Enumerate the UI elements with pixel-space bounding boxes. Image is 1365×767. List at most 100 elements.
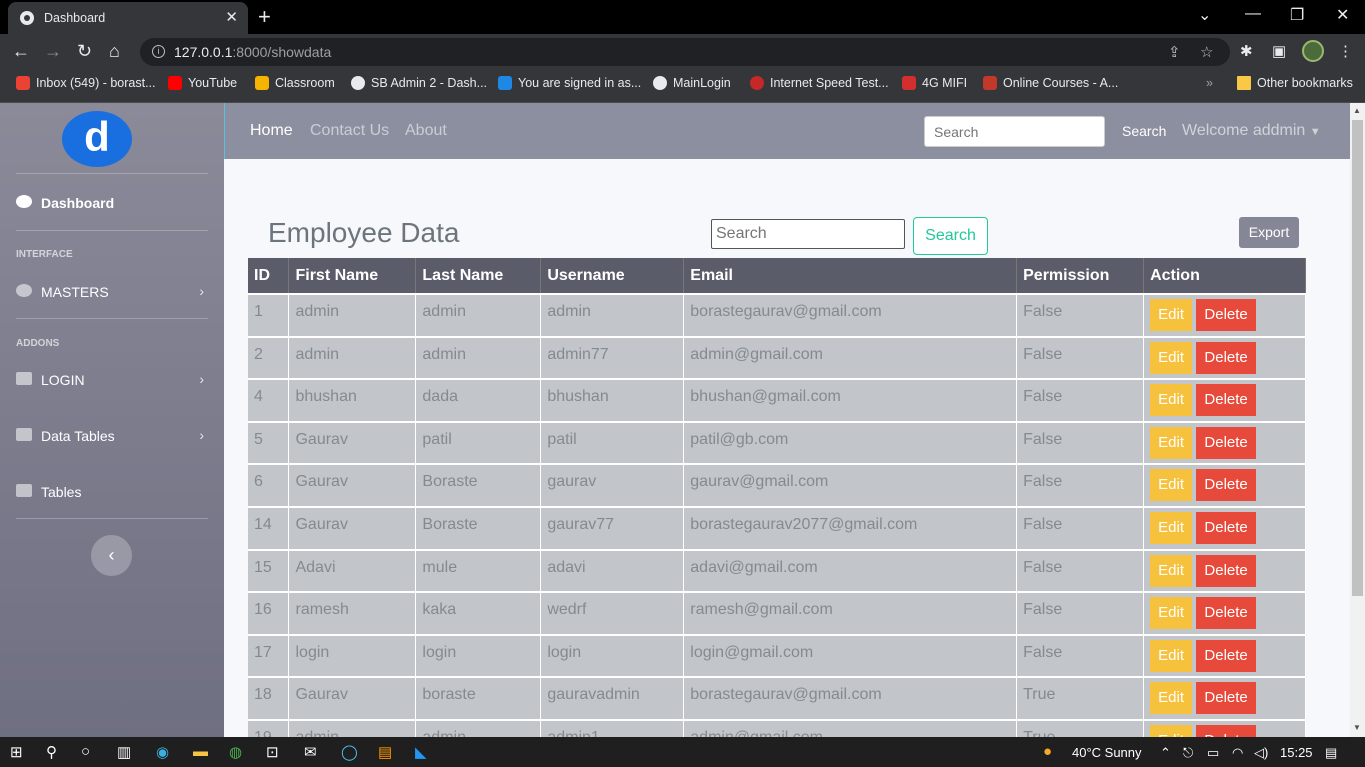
- bookmark-online-courses[interactable]: Online Courses - A...: [983, 76, 1118, 90]
- tray-chevron-icon[interactable]: ⌃: [1160, 745, 1171, 761]
- column-header[interactable]: First Name: [288, 258, 417, 294]
- search-icon[interactable]: ⚲: [46, 743, 57, 761]
- sidebar-item-dashboard[interactable]: Dashboard: [16, 192, 208, 216]
- table-search-button[interactable]: Search: [913, 217, 988, 255]
- weather-text[interactable]: 40°C Sunny: [1072, 745, 1142, 760]
- column-header[interactable]: ID: [248, 258, 290, 294]
- delete-button[interactable]: Delete: [1196, 554, 1257, 587]
- nav-home[interactable]: Home: [250, 122, 293, 140]
- delete-button[interactable]: Delete: [1196, 384, 1257, 417]
- delete-button[interactable]: Delete: [1196, 597, 1257, 630]
- browser-tab[interactable]: Dashboard ✕: [8, 2, 248, 34]
- column-header[interactable]: Permission: [1016, 258, 1145, 294]
- bookmark-signed-in[interactable]: You are signed in as...: [498, 76, 641, 90]
- edit-button[interactable]: Edit: [1150, 341, 1193, 374]
- column-header[interactable]: Email: [683, 258, 1018, 294]
- edit-button[interactable]: Edit: [1150, 384, 1193, 417]
- export-button[interactable]: Export: [1239, 217, 1299, 248]
- minimize-icon[interactable]: —: [1245, 5, 1261, 23]
- home-icon[interactable]: ⌂: [109, 41, 120, 62]
- close-tab-icon[interactable]: ✕: [225, 8, 238, 26]
- table-search-input[interactable]: [711, 219, 905, 249]
- edge-icon[interactable]: ◉: [156, 743, 169, 761]
- edit-button[interactable]: Edit: [1150, 597, 1193, 630]
- wifi-icon[interactable]: ◠: [1232, 745, 1243, 761]
- site-info-icon[interactable]: i: [152, 45, 165, 58]
- sidebar-item-data-tables[interactable]: Data Tables ›: [16, 425, 208, 449]
- cortana-icon[interactable]: ○: [81, 743, 90, 760]
- sidebar-item-login[interactable]: LOGIN ›: [16, 369, 208, 393]
- edit-button[interactable]: Edit: [1150, 639, 1193, 672]
- side-panel-icon[interactable]: ▣: [1272, 42, 1286, 60]
- cortana-ring-icon[interactable]: ◯: [341, 743, 358, 761]
- chevron-down-icon[interactable]: ⌄: [1198, 5, 1211, 25]
- scroll-down-icon[interactable]: ▼: [1353, 723, 1361, 732]
- bookmark-youtube[interactable]: YouTube: [168, 76, 237, 90]
- scrollbar-thumb[interactable]: [1352, 120, 1363, 596]
- task-view-icon[interactable]: ▥: [117, 743, 131, 761]
- delete-button[interactable]: Delete: [1196, 511, 1257, 544]
- delete-button[interactable]: Delete: [1196, 469, 1257, 502]
- windows-start-icon[interactable]: ⊞: [10, 743, 23, 761]
- column-header[interactable]: Username: [540, 258, 685, 294]
- column-header[interactable]: Action: [1143, 258, 1306, 294]
- clock[interactable]: 15:25: [1280, 745, 1313, 760]
- navbar-search-input[interactable]: [924, 116, 1105, 147]
- sidebar-item-tables[interactable]: Tables: [16, 481, 208, 505]
- delete-button[interactable]: Delete: [1196, 639, 1257, 672]
- new-tab-icon[interactable]: +: [258, 4, 271, 30]
- sidebar-toggle-button[interactable]: ‹: [91, 535, 132, 576]
- nav-contact[interactable]: Contact Us: [310, 122, 389, 140]
- scroll-up-icon[interactable]: ▲: [1353, 106, 1361, 115]
- file-explorer-icon[interactable]: ▬: [193, 743, 208, 760]
- reload-icon[interactable]: ↻: [77, 41, 92, 62]
- navbar-search-button[interactable]: Search: [1122, 123, 1166, 139]
- bookmark-sb-admin[interactable]: SB Admin 2 - Dash...: [351, 76, 487, 90]
- edit-button[interactable]: Edit: [1150, 682, 1193, 715]
- nav-about[interactable]: About: [405, 122, 447, 140]
- restore-icon[interactable]: ❐: [1290, 5, 1304, 25]
- user-dropdown[interactable]: Welcome addmin ▼: [1182, 122, 1321, 140]
- forward-icon[interactable]: →: [44, 41, 62, 62]
- column-header[interactable]: Last Name: [415, 258, 542, 294]
- edit-button[interactable]: Edit: [1150, 469, 1193, 502]
- brand-logo[interactable]: d: [62, 111, 132, 167]
- mail-icon[interactable]: ✉: [304, 743, 317, 761]
- delete-button[interactable]: Delete: [1196, 724, 1257, 737]
- bookmark-speed-test[interactable]: Internet Speed Test...: [750, 76, 889, 90]
- profile-avatar[interactable]: [1302, 40, 1324, 62]
- back-icon[interactable]: ←: [12, 41, 30, 62]
- sublime-icon[interactable]: ▤: [378, 743, 392, 761]
- network-icon[interactable]: ⎋: [1183, 745, 1193, 761]
- chrome-icon[interactable]: ◍: [229, 743, 242, 761]
- menu-icon[interactable]: ⋮: [1338, 42, 1353, 60]
- other-bookmarks[interactable]: Other bookmarks: [1237, 76, 1353, 90]
- edit-button[interactable]: Edit: [1150, 299, 1193, 331]
- bookmark-mainlogin[interactable]: MainLogin: [653, 76, 731, 90]
- delete-button[interactable]: Delete: [1196, 341, 1257, 374]
- extensions-icon[interactable]: ✱: [1240, 42, 1253, 60]
- edit-button[interactable]: Edit: [1150, 511, 1193, 544]
- url-text: 127.0.0.1:8000/showdata: [174, 44, 332, 60]
- address-bar[interactable]: i 127.0.0.1:8000/showdata ⇪ ☆: [140, 38, 1230, 66]
- page-scrollbar[interactable]: ▲ ▼: [1350, 103, 1365, 737]
- share-icon[interactable]: ⇪: [1168, 43, 1181, 61]
- store-icon[interactable]: ⊡: [266, 743, 279, 761]
- edit-button[interactable]: Edit: [1150, 426, 1193, 459]
- vscode-icon[interactable]: ◣: [415, 743, 427, 761]
- bookmark-4g-mifi[interactable]: 4G MIFI: [902, 76, 967, 90]
- sidebar-item-masters[interactable]: MASTERS ›: [16, 281, 208, 305]
- notification-icon[interactable]: ▤: [1325, 745, 1337, 761]
- delete-button[interactable]: Delete: [1196, 426, 1257, 459]
- edit-button[interactable]: Edit: [1150, 724, 1193, 737]
- edit-button[interactable]: Edit: [1150, 554, 1193, 587]
- bookmark-star-icon[interactable]: ☆: [1200, 43, 1213, 61]
- close-window-icon[interactable]: ✕: [1336, 5, 1349, 25]
- battery-icon[interactable]: ▭: [1207, 745, 1219, 761]
- volume-icon[interactable]: ◁): [1254, 745, 1268, 761]
- bookmark-classroom[interactable]: Classroom: [255, 76, 335, 90]
- more-bookmarks-icon[interactable]: »: [1206, 76, 1213, 90]
- delete-button[interactable]: Delete: [1196, 682, 1257, 715]
- delete-button[interactable]: Delete: [1196, 299, 1257, 331]
- bookmark-gmail[interactable]: Inbox (549) - borast...: [16, 76, 156, 90]
